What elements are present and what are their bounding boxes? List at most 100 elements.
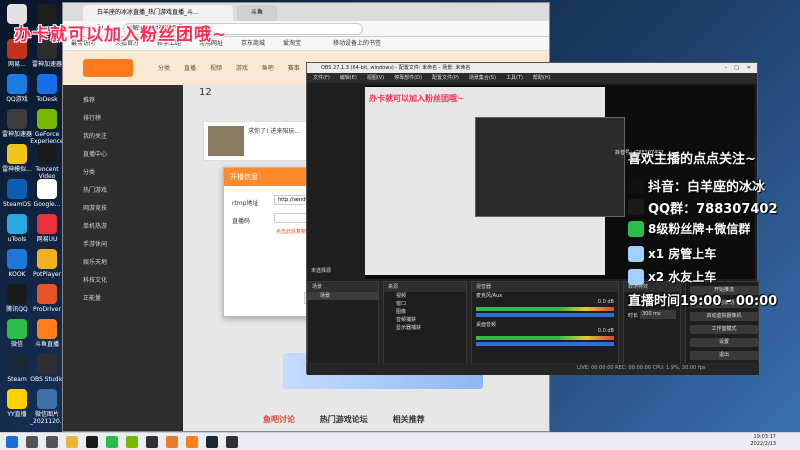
taskview-icon[interactable] bbox=[46, 436, 58, 448]
desktop-icon[interactable]: YY直播 bbox=[0, 389, 34, 418]
sidebar-item[interactable]: 科技文化 bbox=[83, 275, 107, 284]
obs-icon[interactable] bbox=[146, 436, 158, 448]
scene-item[interactable]: 场景 bbox=[308, 292, 378, 300]
desktop-icon[interactable]: ToDesk bbox=[30, 74, 64, 103]
close-icon[interactable]: ✕ bbox=[747, 63, 751, 73]
app-icon bbox=[7, 179, 27, 199]
sidebar-item[interactable]: 正能量 bbox=[83, 293, 101, 302]
stat-number: 12 bbox=[199, 87, 212, 98]
obs-menu-item[interactable]: 文件(F) bbox=[313, 75, 330, 81]
desktop-icon[interactable]: 微信图片_2021120... bbox=[30, 389, 65, 425]
nav-item[interactable]: 鱼吧 bbox=[262, 65, 274, 72]
copy-link[interactable]: 点击此处复制 bbox=[276, 228, 306, 235]
browser-tab-active[interactable]: 白羊座的冰冰直播_热门游戏直播_斗... bbox=[83, 5, 233, 21]
maximize-icon[interactable]: □ bbox=[734, 63, 739, 73]
dock-title: 来源 bbox=[384, 282, 466, 292]
sidebar-item[interactable]: 网游竞技 bbox=[83, 203, 107, 212]
wechat-icon bbox=[628, 221, 644, 237]
browser-tabbar: 白羊座的冰冰直播_热门游戏直播_斗... 斗鱼 bbox=[63, 3, 549, 21]
volume-slider[interactable] bbox=[476, 313, 614, 317]
obs-control-button[interactable]: 启动虚拟摄像机 bbox=[690, 312, 758, 321]
sidebar-item[interactable]: 排行榜 bbox=[83, 113, 101, 122]
desktop-icon[interactable]: GeForce Experience bbox=[30, 109, 64, 145]
desktop-icon[interactable]: 腾讯QQ bbox=[0, 284, 34, 313]
tab-related[interactable]: 相关推荐 bbox=[393, 415, 425, 424]
desktop-icon[interactable]: 网易UU bbox=[30, 214, 64, 243]
browser-icon[interactable] bbox=[166, 436, 178, 448]
obs-menu-item[interactable]: 场景集合(S) bbox=[469, 75, 496, 81]
nav-item[interactable]: 直播 bbox=[184, 65, 196, 72]
qq-icon[interactable] bbox=[86, 436, 98, 448]
sidebar-item[interactable]: 单机热游 bbox=[83, 221, 107, 230]
source-item[interactable]: 显示器捕获 bbox=[384, 324, 466, 332]
site-logo[interactable] bbox=[83, 59, 133, 77]
tab-hot-games[interactable]: 热门游戏论坛 bbox=[320, 415, 368, 424]
desktop-icon[interactable]: 微信 bbox=[0, 319, 34, 348]
wechat-icon[interactable] bbox=[106, 436, 118, 448]
source-item[interactable]: 窗口 bbox=[384, 300, 466, 308]
volume-slider[interactable] bbox=[476, 342, 614, 346]
obs-menu-item[interactable]: 停靠部件(D) bbox=[394, 75, 422, 81]
obs-titlebar: OBS 27.1.3 (64-bit, windows) - 配置文件: 未命名… bbox=[307, 63, 757, 73]
nav-item[interactable]: 赛事 bbox=[288, 65, 300, 72]
desktop-icon-label: SteamOS bbox=[3, 201, 31, 208]
overlay-line: 抖音：白羊座的冰冰 bbox=[648, 180, 766, 195]
sidebar-item[interactable]: 娱乐天地 bbox=[83, 257, 107, 266]
sidebar-item[interactable]: 热门游戏 bbox=[83, 185, 107, 194]
desktop-icon[interactable]: PotPlayer bbox=[30, 249, 64, 278]
nav-item[interactable]: 分类 bbox=[158, 65, 170, 72]
search-icon[interactable] bbox=[26, 436, 38, 448]
nvidia-icon[interactable] bbox=[126, 436, 138, 448]
taskbar-clock[interactable]: 19:03:17 2022/2/13 bbox=[750, 434, 776, 448]
obs-control-button[interactable]: 退出 bbox=[690, 351, 758, 360]
obs-menu-item[interactable]: 帮助(H) bbox=[533, 75, 551, 81]
sidebar-item[interactable]: 直播中心 bbox=[83, 149, 107, 158]
bookmark-item[interactable]: 京东商城 bbox=[241, 37, 265, 51]
desktop-icon[interactable]: QQ游戏 bbox=[0, 74, 34, 103]
desktop-icon[interactable]: KOOK bbox=[0, 249, 34, 278]
sidebar-item[interactable]: 手游休闲 bbox=[83, 239, 107, 248]
desktop-icon[interactable]: 斗鱼直播 bbox=[30, 319, 64, 348]
desktop-icon[interactable]: ProDriver bbox=[30, 284, 64, 313]
desktop-icon[interactable]: Tencent Video bbox=[30, 144, 64, 180]
nav-item[interactable]: 游戏 bbox=[236, 65, 248, 72]
desktop-icon[interactable]: Steam bbox=[0, 354, 34, 383]
folder-icon[interactable] bbox=[66, 436, 78, 448]
obs-control-button[interactable]: 设置 bbox=[690, 338, 758, 347]
bottom-tabs: 鱼吧讨论 热门游戏论坛 相关推荐 bbox=[263, 414, 447, 425]
browser-tab[interactable]: 斗鱼 bbox=[237, 5, 277, 21]
app-icon bbox=[7, 144, 27, 164]
source-item[interactable]: 图像 bbox=[384, 308, 466, 316]
douyu-icon[interactable] bbox=[186, 436, 198, 448]
source-item[interactable]: 视频 bbox=[384, 292, 466, 300]
overlay-line: QQ群：788307402 bbox=[648, 202, 778, 217]
obs-menu-item[interactable]: 视图(V) bbox=[367, 75, 384, 81]
nav-item[interactable]: 视频 bbox=[210, 65, 222, 72]
source-item[interactable]: 音频捕获 bbox=[384, 316, 466, 324]
minimize-icon[interactable]: – bbox=[725, 63, 728, 73]
windows-icon[interactable] bbox=[6, 436, 18, 448]
overlay-banner-text: 办卡就可以加入粉丝团哦~ bbox=[14, 25, 228, 45]
steam-icon[interactable] bbox=[206, 436, 218, 448]
obs-control-button[interactable]: 工作室模式 bbox=[690, 325, 758, 334]
desktop-icon[interactable]: 雷神加速器 bbox=[0, 109, 34, 138]
desktop-icon[interactable]: 雷神模拟... bbox=[0, 144, 34, 173]
sidebar-item[interactable]: 我的关注 bbox=[83, 131, 107, 140]
desktop-icon[interactable]: SteamOS bbox=[0, 179, 34, 208]
bookmark-item[interactable]: 爱淘宝 bbox=[283, 37, 301, 51]
obs-studio-icon[interactable] bbox=[226, 436, 238, 448]
obs-menu-item[interactable]: 编辑(E) bbox=[340, 75, 357, 81]
bookmark-item[interactable]: 移动设备上的书签 bbox=[333, 37, 381, 51]
obs-menu-item[interactable]: 配置文件(P) bbox=[432, 75, 459, 81]
obs-menu-item[interactable]: 工具(T) bbox=[506, 75, 523, 81]
app-icon bbox=[7, 109, 27, 129]
desktop-icon[interactable]: uTools bbox=[0, 214, 34, 243]
duration-input[interactable]: 300 ms bbox=[640, 310, 676, 319]
desktop-icon[interactable]: Google... bbox=[30, 179, 64, 208]
sidebar-item[interactable]: 推荐 bbox=[83, 95, 95, 104]
desktop-icon[interactable]: OBS Studio bbox=[30, 354, 64, 383]
mixer-channel-label: 麦克风/Aux bbox=[476, 293, 503, 299]
app-icon bbox=[37, 74, 57, 94]
sidebar-item[interactable]: 分类 bbox=[83, 167, 95, 176]
tab-fish-bar[interactable]: 鱼吧讨论 bbox=[263, 415, 295, 424]
